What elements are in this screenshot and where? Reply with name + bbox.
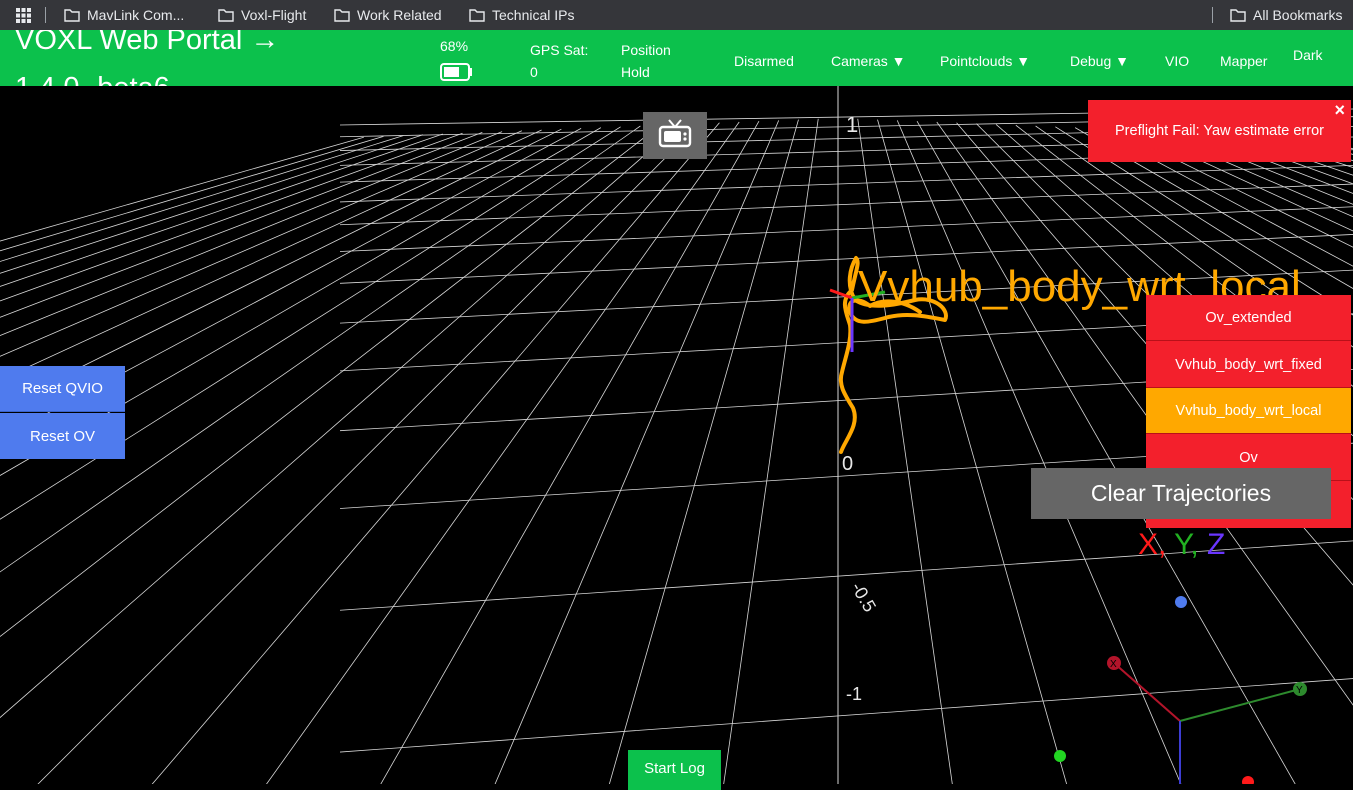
- bookmark-label: MavLink Com...: [87, 7, 185, 23]
- preflight-alert: Preflight Fail: Yaw estimate error ×: [1088, 100, 1351, 162]
- gps-value: 0: [530, 64, 538, 80]
- axis-legend-x: X: [1138, 528, 1159, 561]
- close-icon[interactable]: ×: [1334, 100, 1345, 121]
- folder-icon: [64, 8, 80, 22]
- grid-line: [723, 118, 819, 784]
- orientation-gizmo: X Y: [1054, 596, 1307, 784]
- folder-icon: [469, 8, 485, 22]
- reset-qvio-button[interactable]: Reset QVIO: [0, 366, 125, 412]
- axis-tick-zero: 0: [842, 453, 853, 475]
- arm-state-button[interactable]: Disarmed: [734, 53, 794, 69]
- pointclouds-menu[interactable]: Pointclouds ▼: [940, 53, 1030, 69]
- bookmark-mavlink[interactable]: MavLink Com...: [64, 0, 184, 30]
- start-log-button[interactable]: Start Log: [628, 750, 721, 790]
- theme-toggle[interactable]: Dark: [1293, 47, 1323, 63]
- mapper-link[interactable]: Mapper: [1220, 53, 1267, 69]
- folder-icon: [334, 8, 350, 22]
- axis-legend-y: Y: [1174, 528, 1191, 561]
- grid-line: [339, 165, 1353, 203]
- axis-tick-neg-one: -1: [846, 684, 862, 704]
- battery-percent: 68%: [440, 38, 469, 54]
- grid-line: [494, 120, 780, 784]
- flight-mode-line1: Position: [621, 42, 671, 58]
- grid-line: [857, 118, 953, 784]
- gps-label: GPS Sat:: [530, 42, 589, 58]
- bookmark-work-related[interactable]: Work Related: [334, 0, 442, 30]
- debug-menu[interactable]: Debug ▼: [1070, 53, 1129, 69]
- trajectory-item-vvhub-fixed[interactable]: Vvhub_body_wrt_fixed: [1146, 342, 1351, 388]
- gizmo-y-label: Y: [1296, 685, 1303, 696]
- gizmo-neg-y-handle[interactable]: [1054, 750, 1066, 762]
- gizmo-neg-x-handle[interactable]: [1242, 776, 1254, 784]
- reset-ov-button[interactable]: Reset OV: [0, 413, 125, 459]
- alert-message: Preflight Fail: Yaw estimate error: [1115, 123, 1324, 139]
- grid-line: [151, 122, 720, 784]
- axis-legend: X, Y, Z: [1138, 528, 1225, 562]
- trajectory-item-ov-extended[interactable]: Ov_extended: [1146, 295, 1351, 341]
- portal-title[interactable]: VOXL Web Portal → 1.4.0- beta6: [15, 30, 315, 86]
- folder-icon: [1230, 8, 1246, 22]
- bookmarks-separator: [45, 7, 46, 23]
- grid-line: [380, 121, 760, 784]
- axis-tick-neg-half: -0.5: [847, 579, 880, 616]
- bookmarks-separator: [1212, 7, 1213, 23]
- apps-grid-icon[interactable]: [16, 0, 31, 30]
- cameras-menu[interactable]: Cameras ▼: [831, 53, 906, 69]
- flight-mode-line2: Hold: [621, 64, 650, 80]
- bookmark-technical-ips[interactable]: Technical IPs: [469, 0, 574, 30]
- folder-icon: [218, 8, 234, 22]
- tv-toggle-button[interactable]: [643, 112, 707, 159]
- axis-legend-sep: ,: [1190, 528, 1207, 561]
- grid-line: [877, 119, 1068, 784]
- bookmarks-bar: MavLink Com... Voxl-Flight Work Related …: [0, 0, 1353, 30]
- bookmark-label: Technical IPs: [492, 7, 575, 23]
- axis-legend-z: Z: [1206, 528, 1226, 561]
- bookmark-label: Voxl-Flight: [241, 7, 307, 23]
- bookmark-label: Work Related: [357, 7, 442, 23]
- top-navbar: VOXL Web Portal → 1.4.0- beta6 68% GPS S…: [0, 30, 1353, 86]
- gizmo-z-handle[interactable]: [1175, 596, 1187, 608]
- all-bookmarks[interactable]: All Bookmarks: [1230, 0, 1342, 30]
- all-bookmarks-label: All Bookmarks: [1253, 7, 1343, 23]
- axis-legend-sep: ,: [1158, 528, 1175, 561]
- grid-line: [608, 119, 799, 784]
- axis-tick-top: 1: [846, 112, 858, 137]
- grid-line: [0, 133, 443, 287]
- tv-icon: [658, 118, 692, 153]
- clear-trajectories-button[interactable]: Clear Trajectories: [1031, 468, 1331, 519]
- grid-line: [0, 136, 384, 252]
- vio-link[interactable]: VIO: [1165, 53, 1189, 69]
- gizmo-x-label: X: [1110, 659, 1117, 670]
- bookmark-voxl-flight[interactable]: Voxl-Flight: [218, 0, 306, 30]
- trajectory-item-vvhub-local[interactable]: Vvhub_body_wrt_local: [1146, 388, 1351, 434]
- battery-icon: [440, 62, 473, 86]
